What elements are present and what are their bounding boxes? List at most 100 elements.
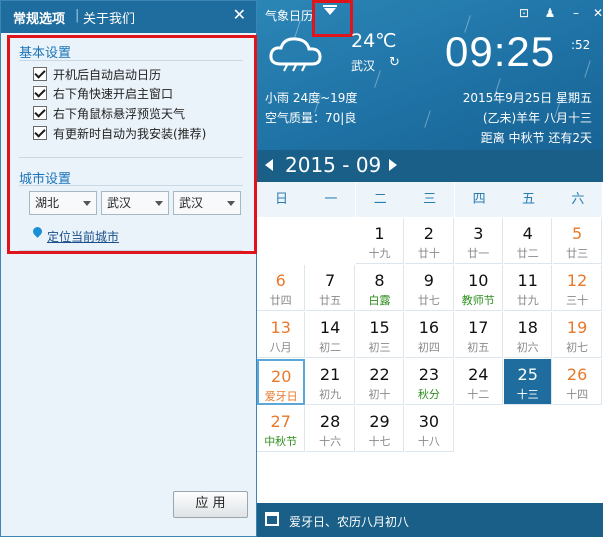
lunar-day: 十三 (516, 388, 539, 401)
city-value: 武汉 (107, 196, 132, 210)
calendar-day[interactable]: 10 教师节 (454, 265, 503, 311)
calendar-day[interactable]: 28 十六 (306, 406, 355, 452)
day-number: 16 (418, 318, 440, 337)
calendar-grid: 日一二三四五六 1 十九 2 廿十 3 廿一 4 廿二 5 廿三 6 廿四 7 廿五 8 白露 9 廿七 10 教师节 1… (257, 182, 603, 503)
calendar-day[interactable]: 9 廿七 (405, 265, 454, 311)
option-quick-open[interactable]: 右下角快速开启主窗口 (33, 85, 173, 101)
lunar-day: 爱牙日 (264, 390, 298, 403)
province-select[interactable]: 湖北 (29, 191, 97, 215)
weekday-header: 日 (257, 182, 306, 217)
checkbox-icon[interactable] (33, 126, 47, 140)
dropdown-menu-icon[interactable] (324, 8, 336, 15)
skin-icon[interactable]: ♟ (539, 4, 561, 22)
calendar-day[interactable]: 2 廿十 (405, 218, 454, 264)
calendar-day[interactable]: 16 初四 (405, 312, 454, 358)
status-bar: 爱牙日、农历八月初八 (257, 503, 603, 537)
lunar-day: 初三 (368, 341, 391, 354)
lunar-day: 廿五 (319, 294, 342, 307)
checkbox-icon[interactable] (33, 86, 47, 100)
calendar-day[interactable]: 24 十二 (454, 359, 503, 405)
calendar-day[interactable]: 8 白露 (355, 265, 405, 311)
calendar-day[interactable]: 5 廿三 (553, 218, 602, 264)
year-month-label[interactable]: 2015 - 09 (285, 153, 381, 177)
lunar-day: 初六 (516, 341, 539, 354)
day-number: 6 (275, 271, 286, 290)
apply-button[interactable]: 应 用 (173, 491, 248, 518)
day-number: 28 (319, 412, 341, 431)
calendar-day[interactable]: 26 十四 (553, 359, 602, 405)
weekday-header: 六 (553, 182, 603, 217)
lunar-day: 廿十 (417, 247, 440, 260)
close-icon[interactable]: ✕ (233, 5, 246, 24)
lunar-day: 中秋节 (264, 435, 298, 448)
day-number: 19 (566, 318, 588, 337)
calendar-day[interactable]: 15 初三 (355, 312, 405, 358)
calendar-day[interactable]: 3 廿一 (454, 218, 503, 264)
close-icon[interactable]: ✕ (587, 4, 603, 22)
lunar-day: 十六 (319, 435, 342, 448)
lunar-day: 十九 (368, 247, 391, 260)
air-quality: 空气质量：70|良 (265, 111, 357, 125)
day-number: 30 (418, 412, 440, 431)
option-hover-weather[interactable]: 右下角鼠标悬浮预览天气 (33, 105, 185, 121)
day-number: 27 (270, 412, 291, 431)
calendar-day[interactable]: 23 秋分 (405, 359, 454, 405)
calendar-day[interactable]: 12 三十 (553, 265, 602, 311)
calendar-day[interactable]: 20 爱牙日 (257, 359, 306, 405)
prev-month-icon[interactable] (265, 159, 273, 171)
locate-city-link[interactable]: 定位当前城市 (47, 228, 119, 245)
calendar-day[interactable]: 14 初二 (306, 312, 355, 358)
day-number: 1 (374, 224, 385, 243)
calendar-day[interactable]: 19 初七 (553, 312, 602, 358)
calendar-day[interactable]: 17 初五 (454, 312, 503, 358)
checkbox-icon[interactable] (33, 67, 47, 81)
day-number: 12 (566, 271, 588, 290)
calendar-day[interactable]: 22 初十 (355, 359, 405, 405)
lunar-day: 廿一 (467, 247, 490, 260)
day-number: 2 (423, 224, 434, 243)
tab-general-options[interactable]: 常规选项 (13, 8, 65, 27)
calendar-day[interactable]: 11 廿九 (504, 265, 553, 311)
settings-panel: 常规选项 | 关于我们 ✕ 基本设置 开机后自动启动日历 右下角快速开启主窗口 … (0, 0, 257, 537)
divider (19, 60, 243, 61)
option-autostart[interactable]: 开机后自动启动日历 (33, 66, 161, 82)
lunar-day: 十八 (417, 435, 440, 448)
clock-seconds: :52 (571, 38, 591, 52)
option-label: 右下角快速开启主窗口 (53, 87, 174, 101)
option-auto-update[interactable]: 有更新时自动为我安装(推荐) (33, 125, 206, 141)
calendar-day[interactable]: 29 十七 (355, 406, 405, 452)
checkbox-icon[interactable] (33, 106, 47, 120)
day-number: 26 (566, 365, 588, 384)
divider (19, 250, 243, 251)
calendar-day[interactable]: 21 初九 (306, 359, 355, 405)
day-number: 10 (468, 271, 489, 290)
day-number: 17 (468, 318, 489, 337)
day-number: 18 (517, 318, 538, 337)
day-number: 3 (473, 224, 484, 243)
calendar-day[interactable]: 25 十三 (504, 359, 553, 405)
day-number: 20 (271, 367, 292, 386)
city-select[interactable]: 武汉 (101, 191, 169, 215)
calendar-day[interactable]: 7 廿五 (306, 265, 355, 311)
calendar-day[interactable]: 30 十八 (405, 406, 454, 452)
lunar-day: 廿三 (566, 247, 589, 260)
chevron-down-icon (227, 201, 235, 206)
next-month-icon[interactable] (389, 159, 397, 171)
pin-icon[interactable]: ⊡ (513, 4, 535, 22)
settings-tabs: 常规选项 | 关于我们 ✕ (1, 1, 256, 33)
calendar-day[interactable]: 27 中秋节 (257, 406, 306, 452)
calendar-day[interactable]: 4 廿二 (504, 218, 553, 264)
calendar-day[interactable]: 18 初六 (504, 312, 553, 358)
day-number: 5 (571, 224, 583, 243)
calendar-day[interactable]: 13 八月 (257, 312, 306, 358)
district-select[interactable]: 武汉 (173, 191, 241, 215)
minimize-icon[interactable]: – (565, 4, 587, 22)
day-number: 13 (270, 318, 291, 337)
tab-about-us[interactable]: 关于我们 (83, 8, 135, 27)
month-navigation: 2015 - 09 (257, 150, 603, 182)
calendar-day[interactable]: 1 十九 (355, 218, 405, 264)
clock-time: 09:25 (445, 28, 556, 75)
calendar-day[interactable]: 6 廿四 (257, 265, 306, 311)
basic-settings-title: 基本设置 (19, 46, 72, 61)
refresh-icon[interactable]: ↻ (389, 55, 400, 70)
